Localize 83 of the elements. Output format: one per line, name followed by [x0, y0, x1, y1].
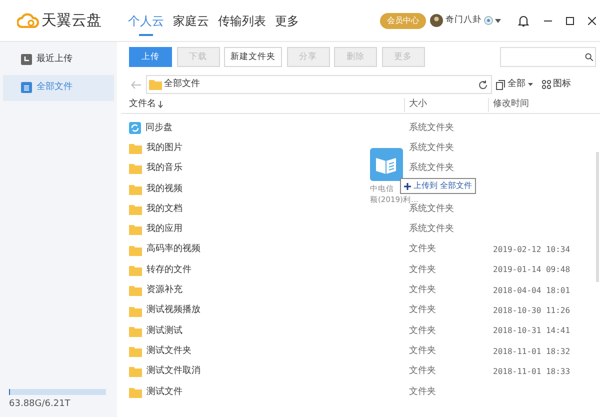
file-name[interactable]: 测试测试 — [146, 324, 182, 338]
folder-icon — [148, 79, 162, 90]
file-type: 文件夹 — [409, 366, 436, 376]
sidebar-item[interactable]: 最近上传 — [3, 46, 114, 72]
folder-icon — [129, 346, 142, 358]
folder-icon — [129, 204, 142, 216]
file-name[interactable]: 我的文档 — [146, 202, 182, 216]
plus-icon — [404, 182, 411, 190]
file-type: 系统文件夹 — [409, 204, 454, 214]
file-type: 文件夹 — [409, 244, 436, 254]
cloud-logo-icon — [17, 13, 39, 28]
caret-icon[interactable] — [528, 83, 532, 86]
file-type: 文件夹 — [409, 285, 436, 296]
file-type: 系统文件夹 — [409, 224, 454, 234]
caret-icon[interactable] — [495, 18, 501, 22]
file-type: 文件夹 — [409, 305, 436, 316]
folder-icon — [129, 306, 142, 317]
storage-usage: 63.88G/6.21T — [9, 398, 72, 410]
file-name[interactable]: 测试文件夹 — [146, 344, 192, 358]
app-logo-text: 天翼云盘 — [41, 10, 102, 32]
folder-icon — [129, 163, 142, 174]
badge-icon — [484, 16, 493, 25]
path-field[interactable]: 全部文件 — [146, 75, 492, 94]
nav-tab[interactable]: 个人云 — [128, 0, 164, 42]
clock-icon — [21, 54, 32, 65]
folder-icon — [129, 326, 142, 337]
column-header[interactable]: 文件名 — [129, 98, 156, 112]
folder-icon — [129, 386, 142, 398]
folder-icon — [129, 143, 142, 154]
folder-icon — [129, 184, 142, 195]
toolbar-button[interactable]: 新建文件夹 — [224, 47, 282, 67]
nav-tab[interactable]: 家庭云 — [173, 0, 209, 42]
column-header[interactable]: 修改时间 — [493, 98, 529, 112]
nav-tab[interactable]: 更多 — [275, 0, 299, 42]
folder-icon — [129, 366, 142, 378]
file-name[interactable]: 测试文件 — [146, 386, 182, 399]
modified-time: 2018-04-04 18:01 — [493, 286, 570, 295]
file-type: 文件夹 — [409, 326, 436, 336]
close-icon[interactable] — [588, 16, 596, 24]
file-name[interactable]: 测试文件取消 — [146, 365, 200, 379]
file-type: 文件夹 — [409, 386, 436, 396]
file-name[interactable]: 我的图片 — [146, 142, 182, 156]
folder-icon — [129, 244, 142, 256]
file-type: 系统文件夹 — [409, 122, 454, 133]
copy-icon[interactable] — [496, 80, 505, 90]
folder-icon — [129, 285, 142, 296]
scrollbar[interactable] — [596, 152, 599, 282]
folder-icon — [129, 224, 142, 236]
sync-icon — [129, 122, 141, 134]
file-name[interactable]: 我的视频 — [146, 182, 182, 196]
modified-time: 2018-10-31 14:41 — [493, 326, 570, 336]
refresh-icon[interactable] — [478, 80, 488, 90]
modified-time: 2019-01-14 09:48 — [493, 265, 570, 274]
modified-time: 2018-10-30 11:26 — [493, 306, 570, 316]
file-name[interactable]: 同步盘 — [146, 122, 172, 136]
column-header[interactable]: 大小 — [409, 98, 427, 112]
file-type: 文件夹 — [409, 264, 436, 275]
filter-dropdown[interactable]: 全部 — [507, 78, 526, 92]
modified-time: 2018-11-01 18:32 — [493, 346, 570, 356]
folder-icon — [129, 264, 142, 276]
drop-tooltip-text: 上传到 全部文件 — [413, 180, 472, 192]
file-name[interactable]: 资源补充 — [146, 284, 182, 298]
maximize-icon[interactable] — [566, 16, 574, 24]
view-mode-toggle[interactable]: 图标 — [552, 78, 571, 92]
file-name[interactable]: 测试视频播放 — [146, 304, 200, 318]
modified-time: 2018-11-01 18:33 — [493, 366, 570, 376]
file-name[interactable]: 转存的文件 — [146, 264, 192, 278]
bell-icon[interactable] — [518, 14, 529, 26]
file-name[interactable]: 我的应用 — [146, 223, 182, 237]
file-type: 系统文件夹 — [409, 163, 454, 174]
nav-tab[interactable]: 传输列表 — [218, 0, 266, 42]
sort-arrow-icon[interactable] — [158, 101, 164, 108]
document-icon — [21, 82, 32, 94]
search-icon[interactable] — [584, 53, 593, 61]
user-name[interactable]: 奇门八卦 — [446, 14, 482, 27]
file-type: 文件夹 — [409, 346, 436, 356]
modified-time: 2019-02-12 10:34 — [493, 245, 570, 254]
search-field[interactable] — [500, 47, 596, 67]
file-type: 系统文件夹 — [409, 142, 454, 153]
file-name[interactable]: 高码率的视频 — [146, 243, 200, 257]
avatar-icon[interactable] — [430, 14, 444, 27]
grid-view-icon[interactable] — [542, 80, 550, 89]
file-name[interactable]: 我的音乐 — [146, 162, 182, 176]
